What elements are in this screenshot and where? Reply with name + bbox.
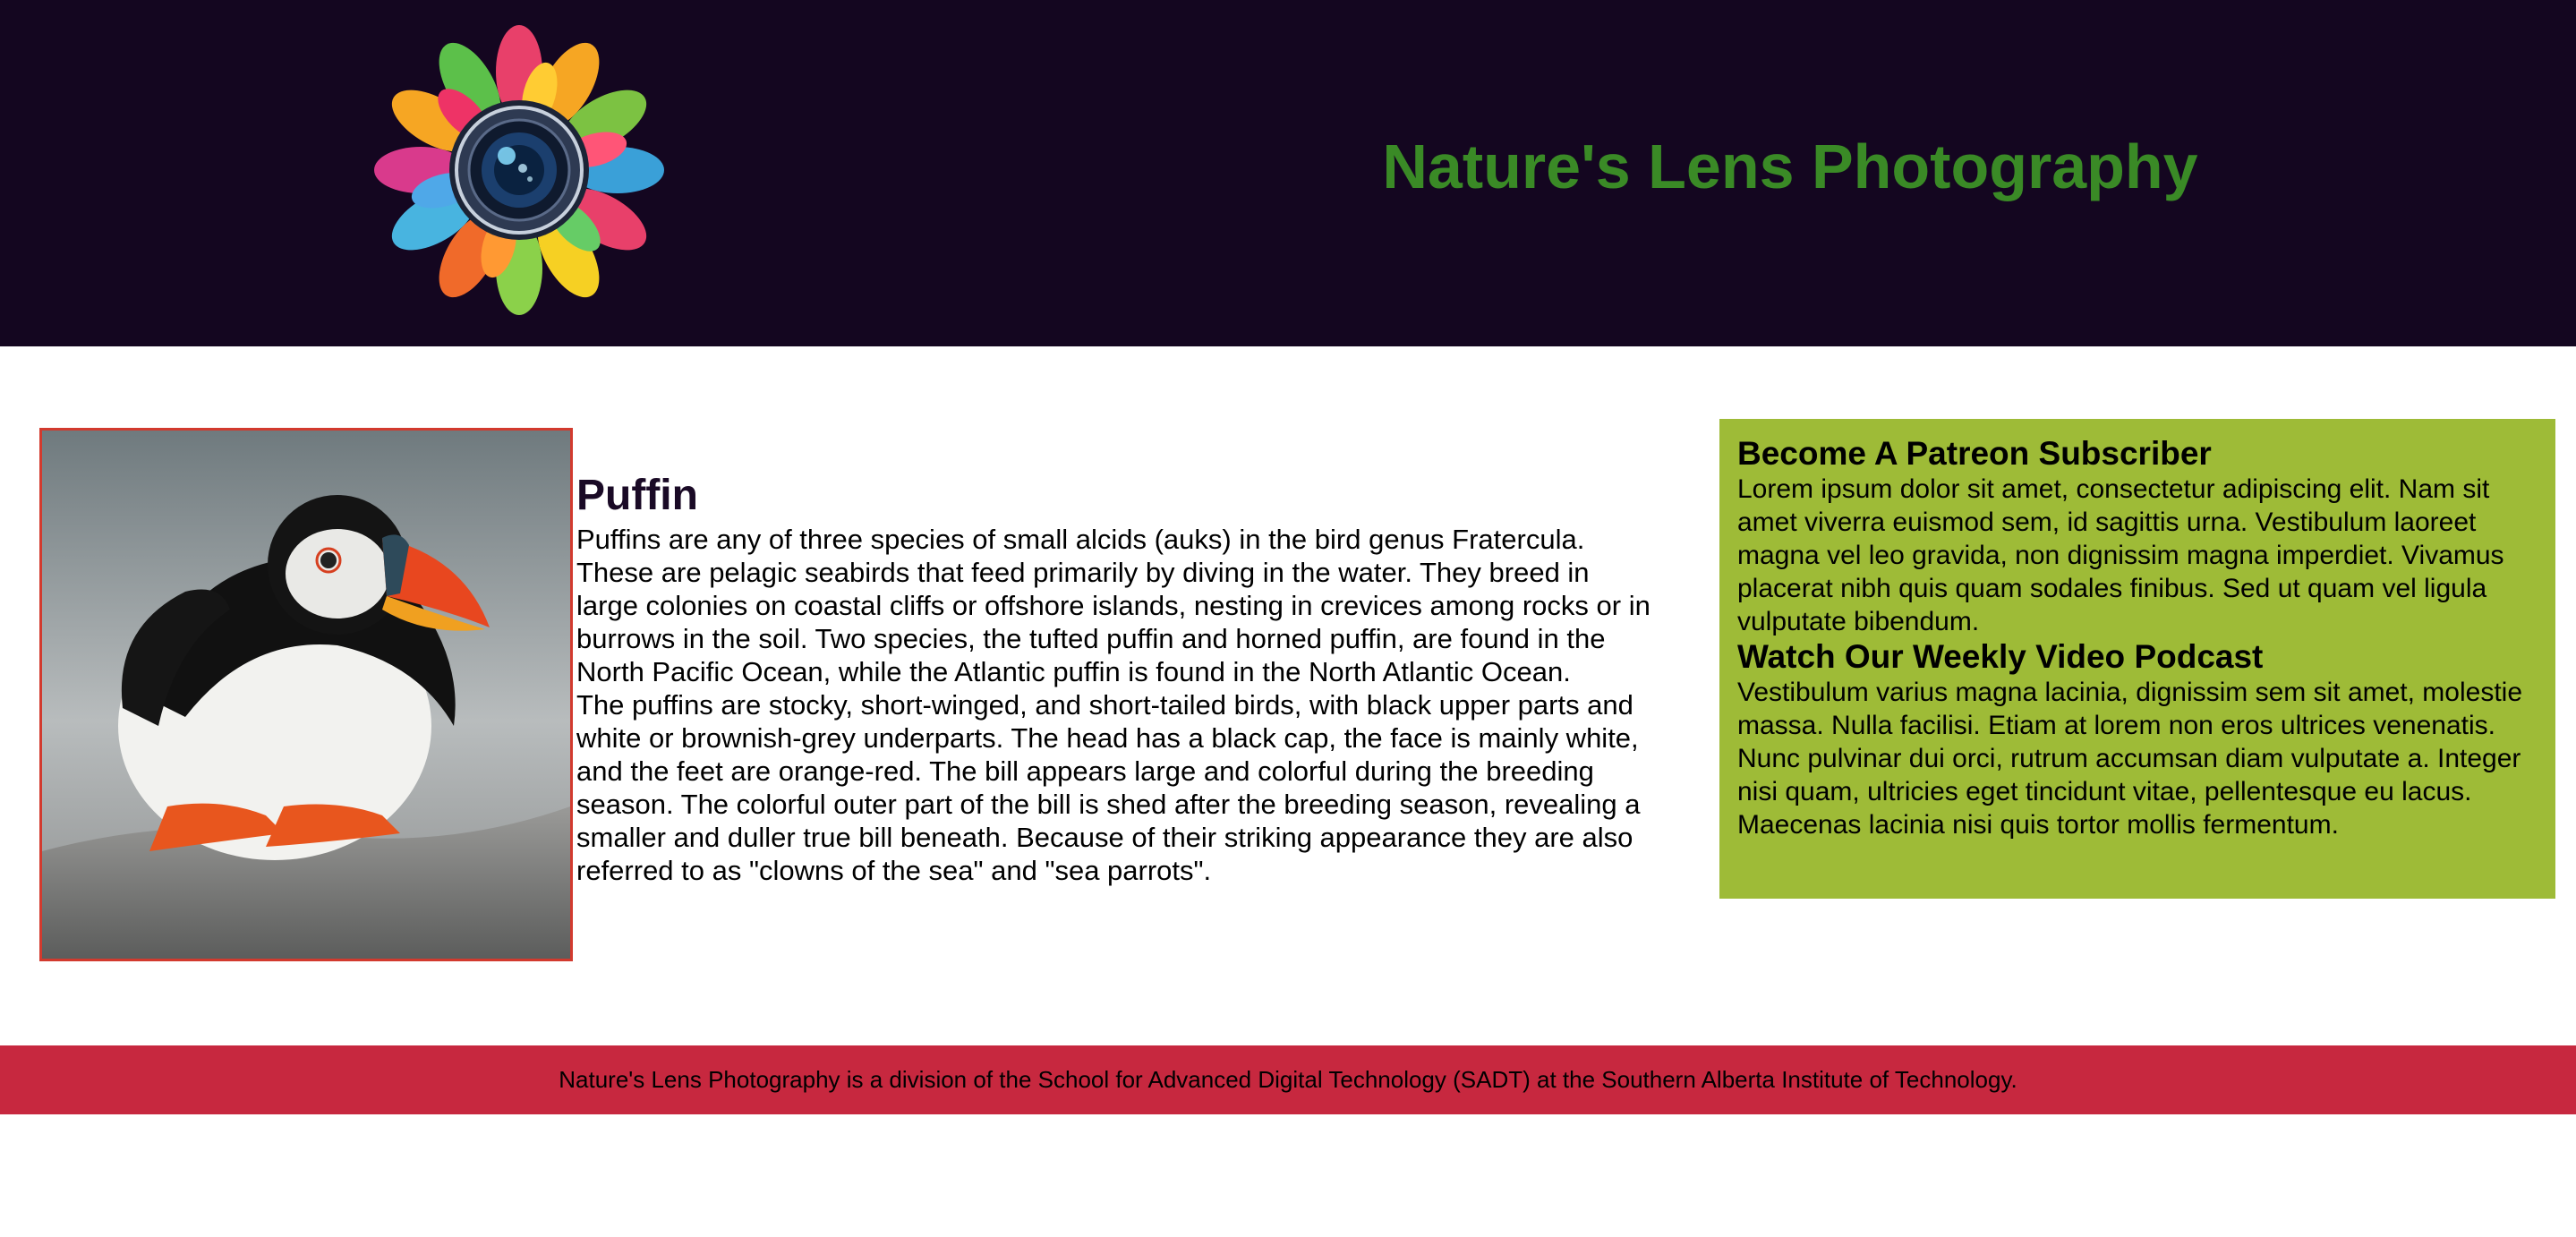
footer-text: Nature's Lens Photography is a division … — [559, 1066, 2017, 1093]
article-paragraph: Puffins are any of three species of smal… — [576, 524, 1651, 687]
site-title: Nature's Lens Photography — [1382, 132, 2198, 201]
camera-flower-logo — [374, 25, 664, 315]
site-footer: Nature's Lens Photography is a division … — [0, 1045, 2576, 1114]
podcast-text: Vestibulum varius magna lacinia, digniss… — [1737, 678, 2523, 840]
patreon-heading: Become A Patreon Subscriber — [1737, 435, 2212, 472]
podcast-heading: Watch Our Weekly Video Podcast — [1737, 638, 2264, 675]
article-title: Puffin — [576, 472, 698, 519]
puffin-photo — [39, 428, 573, 961]
sidebar-promo: Become A Patreon Subscriber Lorem ipsum … — [1719, 419, 2555, 899]
puffin-article: Puffin Puffins are any of three species … — [576, 469, 1651, 887]
patreon-text: Lorem ipsum dolor sit amet, consectetur … — [1737, 474, 2504, 636]
site-header: Nature's Lens Photography — [0, 0, 2576, 346]
article-paragraph: The puffins are stocky, short-winged, an… — [576, 689, 1641, 886]
